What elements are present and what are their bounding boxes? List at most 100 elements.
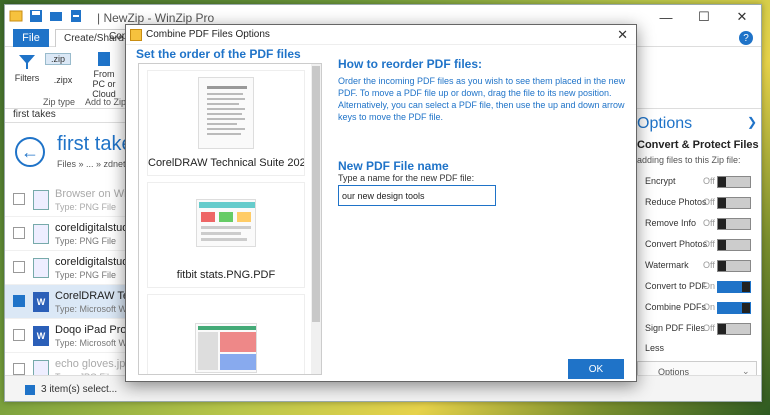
filter-icon	[19, 55, 35, 69]
toggle-switch[interactable]	[717, 302, 751, 314]
close-window-button[interactable]: ✕	[723, 5, 761, 29]
quick-access-toolbar	[9, 9, 83, 23]
file-checkbox[interactable]	[13, 329, 25, 341]
pdf-thumbnail	[196, 199, 256, 247]
file-row[interactable]: coreldigitalstudio Type: PNG File	[5, 217, 137, 251]
toggle-state: Off	[703, 197, 715, 207]
minimize-button[interactable]: —	[647, 5, 685, 29]
breadcrumb[interactable]: Files » ... » zdnet	[57, 159, 126, 169]
toggle-state: Off	[703, 260, 715, 270]
toggle-label: Sign PDF Files	[645, 323, 706, 333]
dialog-title: Combine PDF Files Options	[146, 29, 270, 40]
zipx-type-button[interactable]: .zipx	[45, 75, 81, 85]
group-zip-type: Zip type	[43, 97, 76, 107]
toggle-switch[interactable]	[717, 197, 751, 209]
file-checkbox[interactable]	[13, 295, 25, 307]
winzip-logo-icon	[9, 9, 23, 23]
from-pc-button[interactable]: From PC or Cloud	[87, 51, 121, 99]
pdf-item[interactable]: fitbit stats.PNG.PDF	[147, 182, 305, 288]
toggle-switch[interactable]	[717, 260, 751, 272]
toggle-knob	[718, 324, 726, 334]
zip-type-button[interactable]: .zip	[45, 53, 71, 65]
toggle-switch[interactable]	[717, 323, 751, 335]
scrollbar-thumb[interactable]	[312, 66, 320, 322]
toggle-switch[interactable]	[717, 281, 751, 293]
file-name: Doqo iPad Pro k	[55, 324, 136, 336]
toggle-label: Remove Info	[645, 218, 697, 228]
file-type: Type: PNG File	[55, 202, 117, 212]
help-icon[interactable]: ?	[739, 31, 753, 45]
image-preview-icon	[198, 326, 256, 370]
pdf-order-list[interactable]: CorelDRAW Technical Suite 202... fitbit …	[138, 63, 322, 375]
maximize-button[interactable]: ☐	[685, 5, 723, 29]
set-order-title: Set the order of the PDF files	[136, 47, 301, 61]
document-page-icon	[207, 86, 247, 135]
toggle-row: Reduce Photos Off	[631, 194, 761, 212]
toggle-label: Combine PDFs	[645, 302, 707, 312]
selection-icon	[25, 385, 35, 395]
filters-button[interactable]: Filters	[13, 53, 41, 83]
file-checkbox[interactable]	[13, 363, 25, 375]
folder-icon[interactable]	[49, 9, 63, 23]
file-row[interactable]: Browser on Win Type: PNG File	[5, 183, 135, 217]
tab-file[interactable]: File	[13, 29, 49, 47]
toggle-row: Combine PDFs On	[631, 299, 761, 317]
add-icon[interactable]	[69, 9, 83, 23]
file-type: Type: PNG File	[55, 270, 117, 280]
pdf-thumbnail	[195, 323, 257, 373]
toggle-state: Off	[703, 176, 715, 186]
filters-label: Filters	[14, 73, 40, 83]
file-checkbox[interactable]	[13, 193, 25, 205]
new-pdf-name-input[interactable]	[338, 185, 496, 206]
file-row[interactable]: W CorelDRAW Techn Type: Microsoft Word	[5, 285, 147, 319]
less-link[interactable]: Less	[645, 343, 664, 353]
window-controls: — ☐ ✕	[647, 5, 761, 29]
toggle-state: Off	[703, 239, 715, 249]
back-arrow-icon[interactable]: ←	[15, 137, 45, 167]
how-to-reorder-text: Order the incoming PDF files as you wish…	[338, 76, 626, 122]
word-file-icon: W	[33, 326, 49, 346]
toggle-knob	[718, 177, 726, 187]
file-checkbox[interactable]	[13, 227, 25, 239]
toggle-switch[interactable]	[717, 176, 751, 188]
add-file-icon	[98, 52, 110, 66]
file-row[interactable]: W Doqo iPad Pro k Type: Microsoft Word	[5, 319, 140, 353]
close-icon[interactable]: ✕	[617, 27, 628, 43]
file-list: Browser on Win Type: PNG File coreldigital…	[5, 183, 147, 387]
toggle-label: Watermark	[645, 260, 689, 270]
new-pdf-name-title: New PDF File name	[338, 159, 449, 173]
tab-first-takes[interactable]: first takes	[13, 109, 56, 120]
toggle-row: Watermark Off	[631, 257, 761, 275]
image-file-icon	[33, 258, 49, 278]
toggle-switch[interactable]	[717, 218, 751, 230]
new-pdf-name-label: Type a name for the new PDF file:	[338, 173, 475, 183]
toggle-label: Encrypt	[645, 176, 676, 186]
save-icon[interactable]	[29, 9, 43, 23]
file-type: Type: PNG File	[55, 236, 117, 246]
pdf-thumbnail	[198, 77, 254, 149]
toggle-knob	[718, 261, 726, 271]
winzip-logo-icon	[130, 29, 142, 41]
ok-button[interactable]: OK	[568, 359, 624, 379]
pdf-item[interactable]: CorelDRAW Technical Suite 202...	[147, 70, 305, 176]
pdf-caption: fitbit stats.PNG.PDF	[176, 269, 276, 281]
toggle-switch[interactable]	[717, 239, 751, 251]
toggle-state: Off	[703, 218, 715, 228]
file-row[interactable]: coreldigitalstudio Type: PNG File	[5, 251, 137, 285]
chevron-right-icon[interactable]: ❯	[747, 115, 757, 129]
pdf-list-scrollbar[interactable]	[311, 64, 321, 374]
dialog-title-bar: Combine PDF Files Options ✕	[126, 25, 636, 45]
pdf-caption: CorelDRAW Technical Suite 202...	[148, 157, 304, 169]
file-checkbox[interactable]	[13, 261, 25, 273]
pdf-item[interactable]	[147, 294, 305, 374]
toggle-knob	[718, 198, 726, 208]
toggle-knob	[718, 240, 726, 250]
image-file-icon	[33, 190, 49, 210]
app-title: | NewZip - WinZip Pro	[97, 11, 215, 25]
word-file-icon: W	[33, 292, 49, 312]
toggle-row: Encrypt Off	[631, 173, 761, 191]
image-preview-icon	[199, 202, 255, 241]
toggle-label: Reduce Photos	[645, 197, 707, 207]
toggle-row: Convert Photos Off	[631, 236, 761, 254]
toggle-state: On	[703, 281, 716, 291]
